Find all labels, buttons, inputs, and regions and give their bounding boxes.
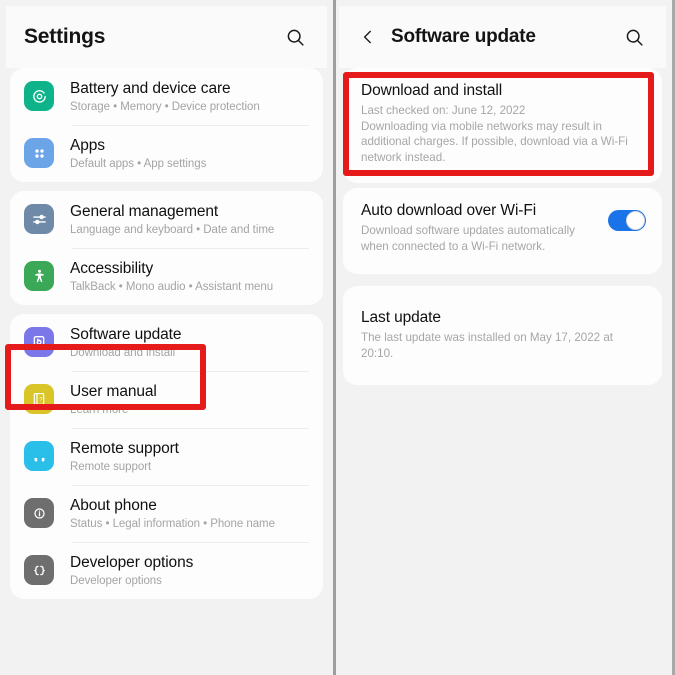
sidebar-item-label: General management	[70, 203, 219, 220]
list-item-auto-download-over-wifi[interactable]: Auto download over Wi-Fi Download softwa…	[343, 188, 662, 274]
sidebar-item-about-phone[interactable]: About phone Status • Legal information •…	[10, 485, 323, 542]
list-item-label: Last update	[361, 309, 441, 326]
list-item-download-and-install[interactable]: Download and install Last checked on: Ju…	[343, 68, 662, 183]
sidebar-item-sublabel: Learn more	[70, 404, 129, 416]
info-circle-icon	[24, 498, 54, 528]
software-update-panel: Software update Download and install Las…	[336, 0, 672, 675]
last-update-card: Last update The last update was installe…	[343, 286, 662, 385]
sidebar-item-text: Remote support Remote support	[70, 438, 309, 475]
sidebar-item-text: Battery and device care Storage • Memory…	[70, 78, 309, 115]
toggle-knob	[626, 211, 645, 230]
sidebar-item-text: Developer options Developer options	[70, 552, 309, 589]
apps-grid-icon	[24, 138, 54, 168]
settings-group-3: Software update Download and install ? U…	[10, 314, 323, 599]
sidebar-item-label: About phone	[70, 497, 157, 514]
settings-group-2: General management Language and keyboard…	[10, 191, 323, 305]
manual-book-icon: ?	[24, 384, 54, 414]
sidebar-item-label: Remote support	[70, 440, 179, 457]
sidebar-item-sublabel: Storage • Memory • Device protection	[70, 101, 260, 113]
list-item-label: Auto download over Wi-Fi	[361, 202, 537, 219]
sidebar-item-accessibility[interactable]: Accessibility TalkBack • Mono audio • As…	[10, 248, 323, 305]
sidebar-item-label: Developer options	[70, 554, 194, 571]
code-braces-icon	[24, 555, 54, 585]
battery-care-icon	[24, 81, 54, 111]
list-item-label: Download and install	[361, 82, 503, 99]
sliders-icon	[24, 204, 54, 234]
settings-group-1: Battery and device care Storage • Memory…	[10, 68, 323, 182]
sidebar-item-label: Accessibility	[70, 260, 154, 277]
sidebar-item-general-management[interactable]: General management Language and keyboard…	[10, 191, 323, 248]
sidebar-item-label: Battery and device care	[70, 80, 231, 97]
sidebar-item-developer-options[interactable]: Developer options Developer options	[10, 542, 323, 599]
auto-download-card: Auto download over Wi-Fi Download softwa…	[343, 188, 662, 274]
page-title: Software update	[391, 26, 536, 47]
sidebar-item-text: General management Language and keyboard…	[70, 201, 309, 238]
search-icon[interactable]	[620, 23, 648, 51]
screenshot-stage: Settings Battery and device care Storage…	[0, 0, 675, 675]
list-item-text: Last update The last update was installe…	[361, 308, 646, 361]
list-item-text: Auto download over Wi-Fi Download softwa…	[361, 201, 598, 254]
auto-download-toggle[interactable]	[608, 210, 646, 231]
sidebar-item-sublabel: TalkBack • Mono audio • Assistant menu	[70, 281, 274, 293]
sidebar-item-apps[interactable]: Apps Default apps • App settings	[10, 125, 323, 182]
chevron-left-icon[interactable]	[357, 23, 379, 51]
sidebar-item-sublabel: Language and keyboard • Date and time	[70, 224, 275, 236]
page-title: Settings	[24, 25, 106, 48]
list-item-sublabel: Download software updates automatically …	[361, 224, 575, 253]
sidebar-item-sublabel: Status • Legal information • Phone name	[70, 518, 275, 530]
settings-header: Settings	[6, 6, 327, 68]
search-icon[interactable]	[281, 23, 309, 51]
sidebar-item-sublabel: Remote support	[70, 461, 152, 473]
list-item-sublabel: Last checked on: June 12, 2022 Downloadi…	[361, 104, 628, 164]
sidebar-item-text: Accessibility TalkBack • Mono audio • As…	[70, 258, 309, 295]
accessibility-person-icon	[24, 261, 54, 291]
sidebar-item-text: Apps Default apps • App settings	[70, 135, 309, 172]
list-item-sublabel: The last update was installed on May 17,…	[361, 331, 613, 360]
sidebar-item-sublabel: Default apps • App settings	[70, 158, 207, 170]
sidebar-item-remote-support[interactable]: Remote support Remote support	[10, 428, 323, 485]
sidebar-item-label: Apps	[70, 137, 105, 154]
sidebar-item-sublabel: Developer options	[70, 575, 162, 587]
sidebar-item-battery-and-device-care[interactable]: Battery and device care Storage • Memory…	[10, 68, 323, 125]
sidebar-item-software-update[interactable]: Software update Download and install	[10, 314, 323, 371]
sidebar-item-label: User manual	[70, 383, 157, 400]
headset-icon	[24, 441, 54, 471]
download-install-card: Download and install Last checked on: Ju…	[343, 68, 662, 183]
list-item-text: Download and install Last checked on: Ju…	[361, 81, 646, 165]
software-update-header: Software update	[339, 6, 666, 68]
settings-panel: Settings Battery and device care Storage…	[0, 0, 336, 675]
sidebar-item-label: Software update	[70, 326, 182, 343]
sidebar-item-text: User manual Learn more	[70, 381, 309, 418]
sidebar-item-sublabel: Download and install	[70, 347, 176, 359]
software-update-icon	[24, 327, 54, 357]
sidebar-item-text: About phone Status • Legal information •…	[70, 495, 309, 532]
svg-text:?: ?	[39, 397, 43, 403]
list-item-last-update: Last update The last update was installe…	[343, 286, 662, 385]
sidebar-item-text: Software update Download and install	[70, 324, 309, 361]
sidebar-item-user-manual[interactable]: ? User manual Learn more	[10, 371, 323, 428]
